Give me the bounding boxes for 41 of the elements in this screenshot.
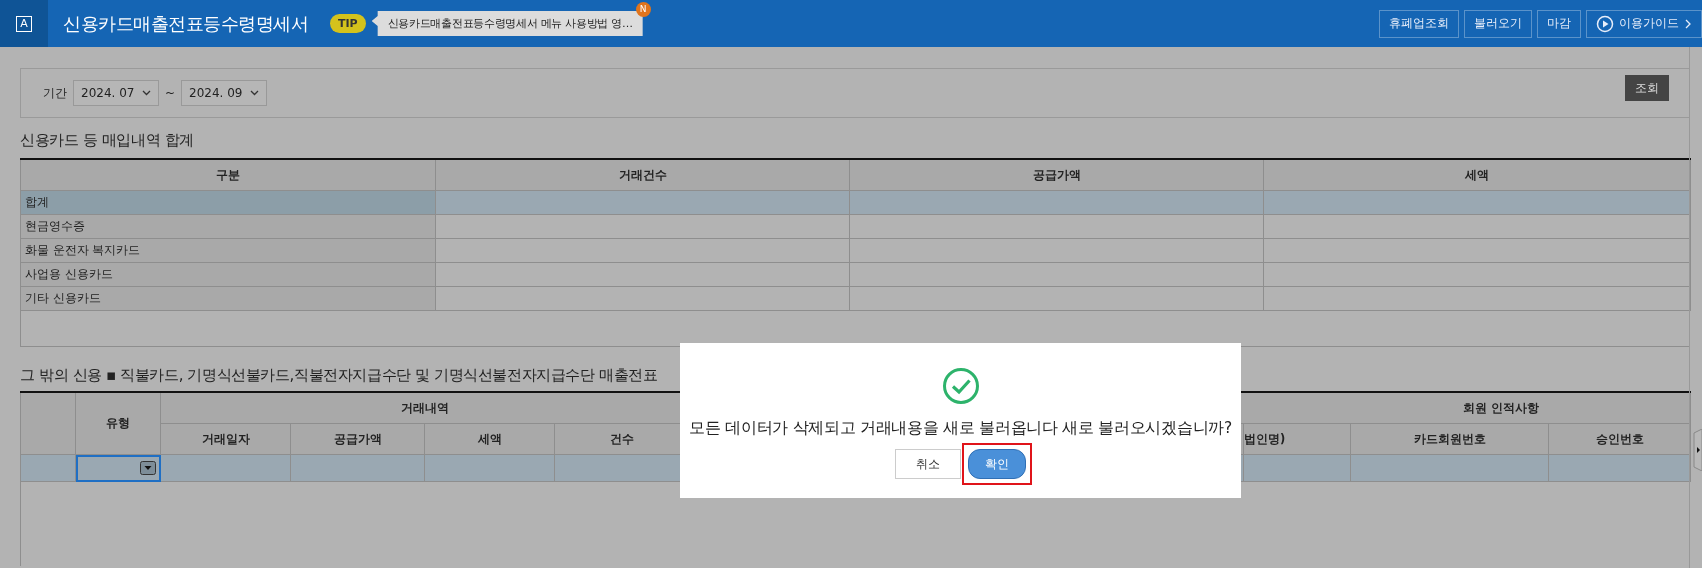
month-select[interactable]: 2024. 07 [73,80,159,106]
column-header: 거래일자 [160,423,291,455]
expand-tab-icon[interactable] [1690,429,1702,471]
column-header: 유형 [75,392,161,455]
logo-icon: A [16,15,32,32]
chevron-down-icon [250,90,260,96]
header-button[interactable]: 불러오기 [1464,9,1532,38]
row-label[interactable]: 사업용 신용카드 [20,262,436,287]
chevron-down-icon [142,90,151,96]
caret-down-icon [140,461,156,476]
page-title: 신용카드매출전표등수령명세서 [63,11,308,36]
column-header: 구분 [20,159,436,191]
column-header: 거래건수 [435,159,850,191]
chevron-right-icon [1684,18,1692,29]
play-icon [1596,14,1614,33]
header-button[interactable]: 마감 [1537,9,1581,38]
column-header: 승인번호 [1548,423,1691,455]
row-label[interactable]: 현금영수증 [20,214,436,239]
column-header: 공급가액 [290,423,425,455]
type-dropdown[interactable] [75,454,161,482]
column-header: 세액 [1263,159,1691,191]
guide-button[interactable]: 이용가이드 [1586,9,1702,38]
section-title: 그 밖의 신용 ▪ 직불카드, 기명식선불카드,직불전자지급수단 및 기명식선불전자지급수단 매출전표 [20,366,658,385]
row-label[interactable]: 기타 신용카드 [20,286,436,311]
column-header: 공급가액 [849,159,1264,191]
row-label[interactable]: 합계 [20,190,436,215]
check-circle-icon [941,367,980,405]
new-badge: N [635,2,651,17]
column-header: 카드회원번호 [1350,423,1549,455]
range-separator: ~ [165,86,176,100]
section-title: 신용카드 등 매입내역 합계 [20,131,195,150]
month-select[interactable]: 2024. 09 [181,80,268,106]
row-label[interactable]: 화물 운전자 복지카드 [20,238,436,263]
tip-badge: TIP [330,14,366,33]
search-button[interactable]: 조회 [1625,75,1669,101]
period-label: 기간 [43,84,67,102]
tip-tooltip[interactable]: 신용카드매출전표등수령명세서 메뉴 사용방법 영… [371,11,643,36]
header-button[interactable]: 휴폐업조회 [1379,9,1459,38]
column-header: 법인명) [1243,423,1351,455]
cancel-button[interactable]: 취소 [895,449,961,479]
column-header: 세액 [424,423,555,455]
